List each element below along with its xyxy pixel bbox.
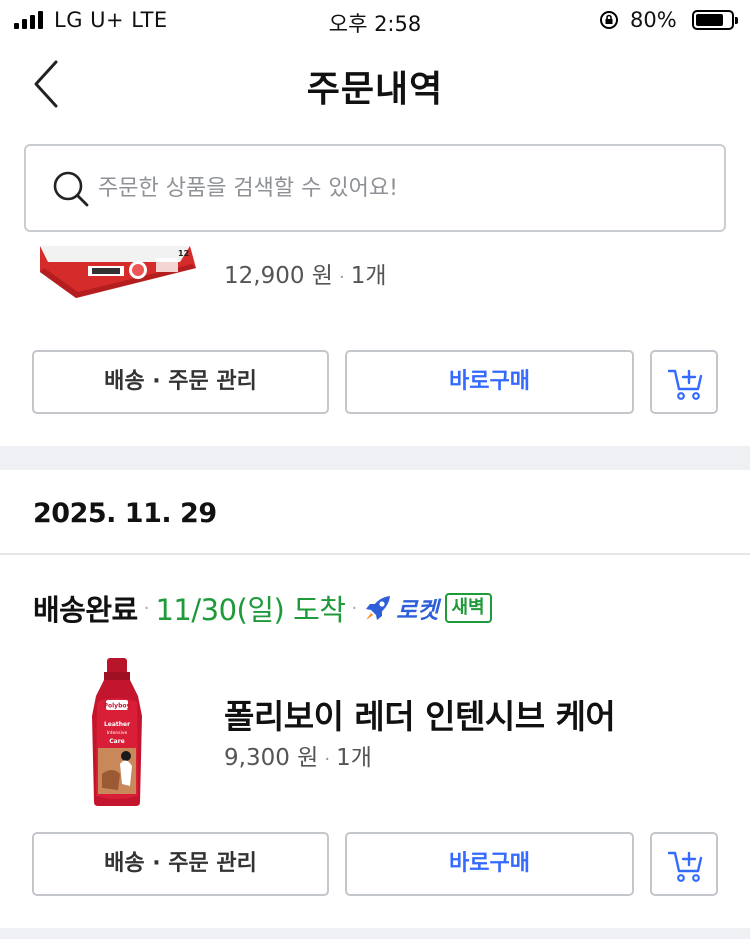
battery-percent: 80% [630, 8, 677, 32]
order-price-line: 9,300 원 · 1개 [224, 738, 372, 772]
order-date: 2025. 11. 29 [33, 498, 217, 529]
search-icon [53, 171, 89, 207]
svg-text:Leather: Leather [104, 721, 130, 728]
rocket-icon [366, 596, 391, 620]
add-to-cart-button[interactable] [650, 832, 718, 896]
product-thumbnail[interactable]: 12 [40, 246, 196, 298]
rocket-label: 로켓 [396, 598, 439, 624]
page-title: 주문내역 [306, 69, 444, 110]
status-bar: LG U+ LTE 오후 2:58 80% [0, 0, 750, 42]
separator-dot: · [351, 597, 358, 619]
order-price: 9,300 원 [224, 745, 319, 771]
cart-plus-icon [668, 851, 703, 882]
add-to-cart-button[interactable] [650, 350, 718, 414]
arrival-date: 11/30(일) 도착 [155, 593, 346, 627]
product-thumbnail[interactable]: Polyboy Leather Intensive Care [82, 656, 152, 808]
separator-dot: · [143, 597, 150, 619]
battery-level [696, 14, 723, 26]
delivery-status: 배송완료 [33, 593, 138, 627]
order-price: 12,900 원 [224, 263, 333, 289]
separator-dot: · [338, 267, 345, 288]
delivery-order-manage-button[interactable]: 배송 · 주문 관리 [32, 350, 329, 414]
order-price-line: 12,900 원 · 1개 [224, 256, 386, 290]
svg-text:Care: Care [109, 738, 124, 745]
buy-now-button[interactable]: 바로구매 [345, 832, 634, 896]
svg-text:Intensive: Intensive [107, 730, 128, 736]
delivery-order-manage-button[interactable]: 배송 · 주문 관리 [32, 832, 329, 896]
search-bar[interactable] [24, 144, 726, 232]
dawn-delivery-badge: 새벽 [444, 593, 492, 623]
date-divider [0, 553, 750, 555]
order-quantity: 1개 [350, 263, 387, 289]
cart-plus-icon [668, 369, 703, 400]
svg-text:Polyboy: Polyboy [104, 703, 131, 710]
separator-dot: · [324, 749, 331, 770]
section-divider [0, 446, 750, 470]
product-title[interactable]: 폴리보이 레더 인텐시브 케어 [224, 690, 616, 738]
svg-text:12: 12 [178, 249, 189, 258]
search-input[interactable] [98, 170, 698, 206]
order-quantity: 1개 [336, 745, 372, 771]
rotation-lock-icon [600, 11, 618, 29]
section-divider [0, 928, 750, 939]
battery-icon [692, 10, 738, 30]
delivery-status-line: 배송완료 · 11/30(일) 도착 · 로켓 새벽 [33, 588, 492, 628]
buy-now-button[interactable]: 바로구매 [345, 350, 634, 414]
